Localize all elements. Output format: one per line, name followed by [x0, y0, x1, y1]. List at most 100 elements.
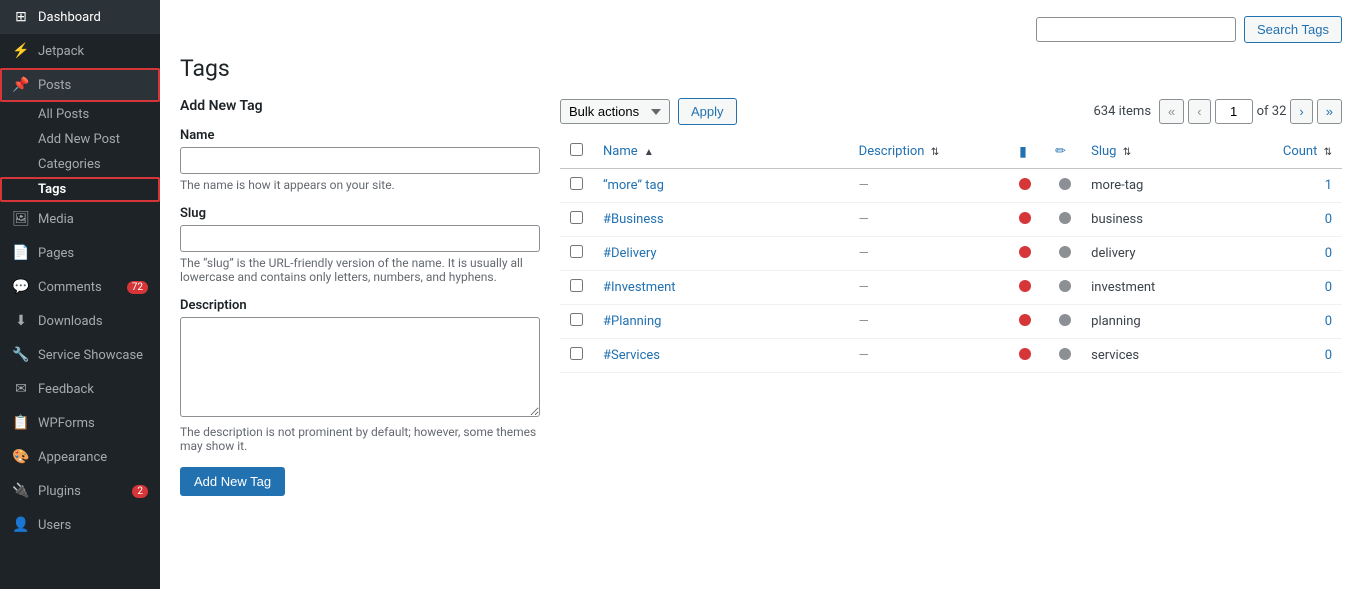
sidebar-item-posts[interactable]: 📌 Posts: [0, 68, 160, 102]
count-sort-arrow: ⇅: [1324, 147, 1332, 158]
sidebar-item-label: Plugins: [38, 484, 81, 499]
slug-field-group: Slug The “slug” is the URL-friendly vers…: [180, 206, 540, 284]
comments-icon: 💬: [12, 278, 30, 296]
row-checkbox[interactable]: [570, 313, 583, 326]
tag-name-link[interactable]: “more” tag: [603, 178, 664, 193]
tag-name-link[interactable]: #Planning: [603, 314, 661, 329]
sidebar-item-add-new-post[interactable]: Add New Post: [0, 127, 160, 152]
tag-count-link[interactable]: 0: [1325, 348, 1332, 363]
search-tags-input[interactable]: [1036, 17, 1236, 42]
slug-help: The “slug” is the URL-friendly version o…: [180, 256, 540, 284]
desc-sort-icon: ⇅: [931, 147, 939, 158]
page-title: Tags: [180, 55, 1342, 82]
tag-visibility-dot: [1009, 339, 1045, 373]
sidebar-item-wpforms[interactable]: 📋 WPForms: [0, 406, 160, 440]
tag-description: —: [849, 237, 1009, 271]
sidebar-item-label: Jetpack: [38, 44, 84, 59]
sidebar-item-label: Service Showcase: [38, 348, 143, 363]
col-header-checkbox: [560, 135, 593, 169]
tags-border-highlight: [0, 177, 160, 202]
sidebar-item-downloads[interactable]: ⬇ Downloads: [0, 304, 160, 338]
sidebar-item-service-showcase[interactable]: 🔧 Service Showcase: [0, 338, 160, 372]
tag-slug: delivery: [1081, 237, 1273, 271]
description-help: The description is not prominent by defa…: [180, 425, 540, 453]
tag-edit-dot: [1045, 169, 1081, 203]
row-checkbox[interactable]: [570, 279, 583, 292]
page-input[interactable]: 1: [1215, 99, 1253, 124]
tag-slug: more-tag: [1081, 169, 1273, 203]
media-icon: 🖼: [12, 210, 30, 228]
table-row: #Services — services 0: [560, 339, 1342, 373]
table-row: #Investment — investment 0: [560, 271, 1342, 305]
description-textarea[interactable]: [180, 317, 540, 417]
gray-dot: [1059, 348, 1071, 360]
row-checkbox[interactable]: [570, 211, 583, 224]
sidebar-item-label: Users: [38, 518, 71, 533]
tag-name-link[interactable]: #Delivery: [603, 246, 657, 261]
sidebar-item-users[interactable]: 👤 Users: [0, 508, 160, 542]
sidebar-item-categories[interactable]: Categories: [0, 152, 160, 177]
dashboard-icon: ⊞: [12, 8, 30, 26]
col-header-slug[interactable]: Slug ⇅: [1081, 135, 1273, 169]
service-showcase-icon: 🔧: [12, 346, 30, 364]
plugins-icon: 🔌: [12, 482, 30, 500]
sidebar-item-appearance[interactable]: 🎨 Appearance: [0, 440, 160, 474]
tag-visibility-dot: [1009, 271, 1045, 305]
sidebar-item-label: WPForms: [38, 416, 95, 431]
apply-button[interactable]: Apply: [678, 98, 737, 125]
table-row: “more” tag — more-tag 1: [560, 169, 1342, 203]
tag-name-link[interactable]: #Investment: [603, 280, 676, 295]
pagination-next-button[interactable]: ›: [1290, 99, 1312, 124]
jetpack-icon: ⚡: [12, 42, 30, 60]
bulk-actions-select[interactable]: Bulk actions: [560, 99, 670, 124]
tag-count-link[interactable]: 0: [1325, 246, 1332, 261]
slug-sort-arrow: ⇅: [1123, 147, 1131, 158]
top-bar: Search Tags: [180, 16, 1342, 43]
sidebar-item-all-posts[interactable]: All Posts: [0, 102, 160, 127]
items-count: 634 items: [1093, 104, 1151, 119]
row-checkbox[interactable]: [570, 347, 583, 360]
sidebar-item-plugins[interactable]: 🔌 Plugins 2: [0, 474, 160, 508]
pagination-first-button[interactable]: «: [1159, 99, 1184, 124]
tag-name-link[interactable]: #Services: [603, 348, 660, 363]
posts-icon: 📌: [12, 76, 30, 94]
gray-dot: [1059, 314, 1071, 326]
tags-table: Name ▲ Description ⇅ ▮ ✏: [560, 135, 1342, 373]
row-checkbox[interactable]: [570, 245, 583, 258]
description-field-group: Description The description is not promi…: [180, 298, 540, 453]
slug-input[interactable]: [180, 225, 540, 252]
name-label: Name: [180, 128, 540, 143]
tag-count-link[interactable]: 1: [1325, 178, 1332, 193]
tag-count-link[interactable]: 0: [1325, 314, 1332, 329]
search-tags-button[interactable]: Search Tags: [1244, 16, 1342, 43]
row-checkbox[interactable]: [570, 177, 583, 190]
name-input[interactable]: [180, 147, 540, 174]
tag-count-link[interactable]: 0: [1325, 212, 1332, 227]
tag-count-link[interactable]: 0: [1325, 280, 1332, 295]
pagination-prev-button[interactable]: ‹: [1188, 99, 1210, 124]
sidebar-item-comments[interactable]: 💬 Comments 72: [0, 270, 160, 304]
col-header-name[interactable]: Name ▲: [593, 135, 849, 169]
name-help: The name is how it appears on your site.: [180, 178, 540, 192]
red-dot: [1019, 348, 1031, 360]
description-label: Description: [180, 298, 540, 313]
sidebar-item-label: Posts: [38, 78, 71, 93]
sidebar-item-pages[interactable]: 📄 Pages: [0, 236, 160, 270]
sidebar-item-tags[interactable]: Tags: [0, 177, 160, 202]
tag-name-link[interactable]: #Business: [603, 212, 664, 227]
sidebar-item-dashboard[interactable]: ⊞ Dashboard: [0, 0, 160, 34]
pagination-last-button[interactable]: »: [1317, 99, 1342, 124]
content-area: Search Tags Tags Add New Tag Name The na…: [160, 0, 1362, 589]
select-all-checkbox[interactable]: [570, 143, 583, 156]
tag-description: —: [849, 271, 1009, 305]
gray-dot: [1059, 212, 1071, 224]
add-tag-panel: Add New Tag Name The name is how it appe…: [180, 98, 540, 573]
sidebar-item-jetpack[interactable]: ⚡ Jetpack: [0, 34, 160, 68]
sidebar-item-label: Pages: [38, 246, 74, 261]
tags-panel: Bulk actions Apply 634 items « ‹ 1 of 32…: [560, 98, 1342, 573]
col-header-count[interactable]: Count ⇅: [1273, 135, 1342, 169]
sidebar-item-feedback[interactable]: ✉ Feedback: [0, 372, 160, 406]
add-new-tag-button[interactable]: Add New Tag: [180, 467, 285, 496]
tag-visibility-dot: [1009, 237, 1045, 271]
sidebar-item-media[interactable]: 🖼 Media: [0, 202, 160, 236]
